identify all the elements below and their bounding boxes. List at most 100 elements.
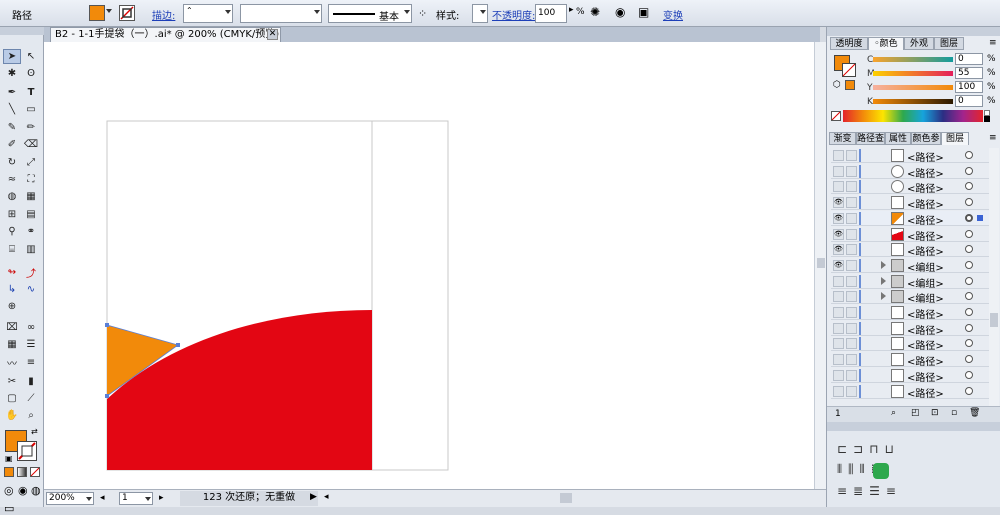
bar-tool-icon[interactable]: ▮ bbox=[22, 374, 40, 389]
grid-icon[interactable]: ▦ bbox=[3, 337, 21, 352]
layer-row[interactable]: <编组> bbox=[831, 289, 991, 305]
lock-toggle-icon[interactable] bbox=[846, 354, 857, 366]
perspective-grid-tool-icon[interactable]: ▦ bbox=[22, 189, 40, 204]
lock-toggle-icon[interactable] bbox=[846, 212, 857, 224]
visibility-eye-icon[interactable] bbox=[833, 338, 844, 350]
close-tab-icon[interactable]: ✕ bbox=[267, 29, 278, 40]
layer-row[interactable]: <路径> bbox=[831, 321, 991, 337]
layer-row[interactable]: <路径> bbox=[831, 305, 991, 321]
new-layer-icon[interactable]: ▫ bbox=[951, 408, 957, 418]
panel-menu-icon[interactable]: ≡ bbox=[989, 38, 997, 48]
default-colors-icon[interactable]: ▣ bbox=[5, 454, 13, 463]
target-circle-icon[interactable] bbox=[965, 370, 973, 379]
visibility-eye-icon[interactable] bbox=[833, 165, 844, 177]
target-circle-icon[interactable] bbox=[965, 323, 973, 332]
zoom-field[interactable]: 200% bbox=[46, 492, 94, 505]
scale-tool-icon[interactable]: ⤢ bbox=[22, 155, 40, 170]
layers-scrollbar[interactable] bbox=[989, 148, 999, 406]
layer-row[interactable]: <路径> bbox=[831, 148, 991, 164]
target-circle-icon[interactable] bbox=[965, 292, 973, 301]
stroke-color-box[interactable] bbox=[17, 441, 37, 461]
rectangle-tool-icon[interactable]: ▭ bbox=[22, 102, 40, 117]
target-circle-icon[interactable] bbox=[965, 245, 973, 254]
stroke-label[interactable]: 描边: bbox=[152, 7, 175, 22]
target-circle-icon[interactable] bbox=[965, 308, 973, 316]
tab-color-guide[interactable]: 颜色参 bbox=[911, 132, 941, 145]
tab-gradient[interactable]: 渐变 bbox=[829, 132, 856, 145]
layer-row[interactable]: <路径> bbox=[831, 384, 991, 400]
recolor-artwork-icon[interactable]: ✺ bbox=[590, 5, 600, 19]
layer-row[interactable]: 👁 <路径> bbox=[831, 227, 991, 243]
mesh-tool-icon[interactable]: ⊞ bbox=[3, 207, 21, 222]
stroke-weight-field[interactable]: ⌃ bbox=[183, 4, 233, 23]
swap-colors-icon[interactable]: ⇄ bbox=[31, 427, 38, 436]
align-icon[interactable]: ▣ bbox=[638, 5, 649, 19]
opacity-arrow-icon[interactable]: ▸ bbox=[569, 5, 574, 15]
layers-scroll-thumb[interactable] bbox=[990, 313, 998, 327]
tab-transparency[interactable]: 透明度 bbox=[830, 37, 868, 50]
expand-triangle-icon[interactable] bbox=[881, 260, 886, 269]
layer-row[interactable]: <路径> bbox=[831, 179, 991, 195]
list-icon[interactable]: ☰ bbox=[22, 337, 40, 352]
zigzag-icon[interactable]: 〰 bbox=[3, 355, 21, 370]
visibility-eye-icon[interactable] bbox=[833, 181, 844, 193]
lock-toggle-icon[interactable] bbox=[846, 385, 857, 397]
scroll-left-icon[interactable]: ◂ bbox=[324, 492, 329, 502]
none-mode-icon[interactable] bbox=[30, 467, 40, 477]
knife-tool-icon[interactable]: ⟋ bbox=[22, 391, 40, 406]
free-transform-tool-icon[interactable]: ⛶ bbox=[22, 172, 40, 187]
lock-toggle-icon[interactable] bbox=[846, 369, 857, 381]
artboard-tool-icon[interactable]: ▢ bbox=[3, 391, 21, 406]
channel-m-field[interactable]: 55 bbox=[955, 67, 983, 79]
status-menu-icon[interactable]: ▶ bbox=[310, 492, 317, 502]
layer-row[interactable]: 👁 <路径> bbox=[831, 195, 991, 211]
target-circle-icon[interactable] bbox=[965, 198, 973, 207]
opacity-label[interactable]: 不透明度: bbox=[492, 7, 535, 22]
stroke-swatch[interactable] bbox=[119, 5, 135, 21]
canvas[interactable] bbox=[44, 42, 814, 489]
lock-toggle-icon[interactable] bbox=[846, 150, 857, 161]
channel-k-field[interactable]: 0 bbox=[955, 95, 983, 107]
channel-m-slider[interactable] bbox=[873, 71, 953, 76]
gradient-tool-icon[interactable]: ▤ bbox=[22, 207, 40, 222]
channel-k-slider[interactable] bbox=[873, 99, 953, 104]
panel-stroke-swatch[interactable] bbox=[842, 63, 856, 77]
make-clipping-mask-icon[interactable]: ◰ bbox=[911, 408, 920, 418]
target-circle-icon[interactable] bbox=[965, 276, 973, 285]
black-swatch[interactable] bbox=[984, 116, 990, 122]
rotate-tool-icon[interactable]: ↻ bbox=[3, 155, 21, 170]
lock-toggle-icon[interactable] bbox=[846, 338, 857, 350]
eyedropper-tool-icon[interactable]: ⚲ bbox=[3, 224, 21, 239]
target-circle-icon[interactable] bbox=[965, 229, 973, 238]
eraser-tool-icon[interactable]: ⌫ bbox=[22, 137, 40, 152]
layer-row[interactable]: 👁 <编组> bbox=[831, 258, 991, 274]
transform-link[interactable]: 变换 bbox=[663, 7, 683, 22]
anchor-point[interactable] bbox=[176, 343, 180, 347]
visibility-eye-icon[interactable] bbox=[833, 385, 844, 397]
anchor-point[interactable] bbox=[105, 323, 109, 327]
brush-options-icon[interactable]: ⁘ bbox=[418, 7, 427, 20]
lock-toggle-icon[interactable] bbox=[846, 197, 857, 209]
magic-wand-tool-icon[interactable]: ✱ bbox=[3, 66, 21, 81]
create-sublayer-icon[interactable]: ⊡ bbox=[931, 408, 939, 418]
color-spectrum-bar[interactable] bbox=[843, 110, 983, 122]
graphic-style-swatch[interactable] bbox=[472, 4, 488, 23]
layers-menu-icon[interactable]: ≡ bbox=[989, 133, 997, 143]
layer-row[interactable]: <编组> bbox=[831, 274, 991, 290]
out-of-gamut-icon[interactable]: ⬡ bbox=[833, 80, 841, 90]
lock-toggle-icon[interactable] bbox=[846, 165, 857, 177]
visibility-eye-icon[interactable]: 👁 bbox=[833, 197, 844, 209]
tab-color[interactable]: ◦颜色 bbox=[868, 37, 904, 50]
lock-toggle-icon[interactable] bbox=[846, 275, 857, 287]
blend-tool-icon[interactable]: ⚭ bbox=[22, 224, 40, 239]
next-artboard-icon[interactable]: ▸ bbox=[159, 493, 164, 503]
crosshair-icon[interactable]: ⊕ bbox=[3, 299, 21, 314]
column-graph-tool-icon[interactable]: ▥ bbox=[22, 242, 40, 257]
target-circle-icon[interactable] bbox=[965, 339, 973, 348]
delete-layer-icon[interactable]: 🗑 bbox=[969, 408, 980, 418]
type-tool-icon[interactable]: T bbox=[22, 85, 40, 100]
tab-layers-top[interactable]: 图层 bbox=[934, 37, 964, 50]
align-lines-icon[interactable]: ≡ bbox=[22, 355, 40, 370]
locate-object-icon[interactable]: ⌕ bbox=[891, 408, 896, 418]
anchor-convert-icon[interactable]: ↳ bbox=[3, 282, 21, 297]
